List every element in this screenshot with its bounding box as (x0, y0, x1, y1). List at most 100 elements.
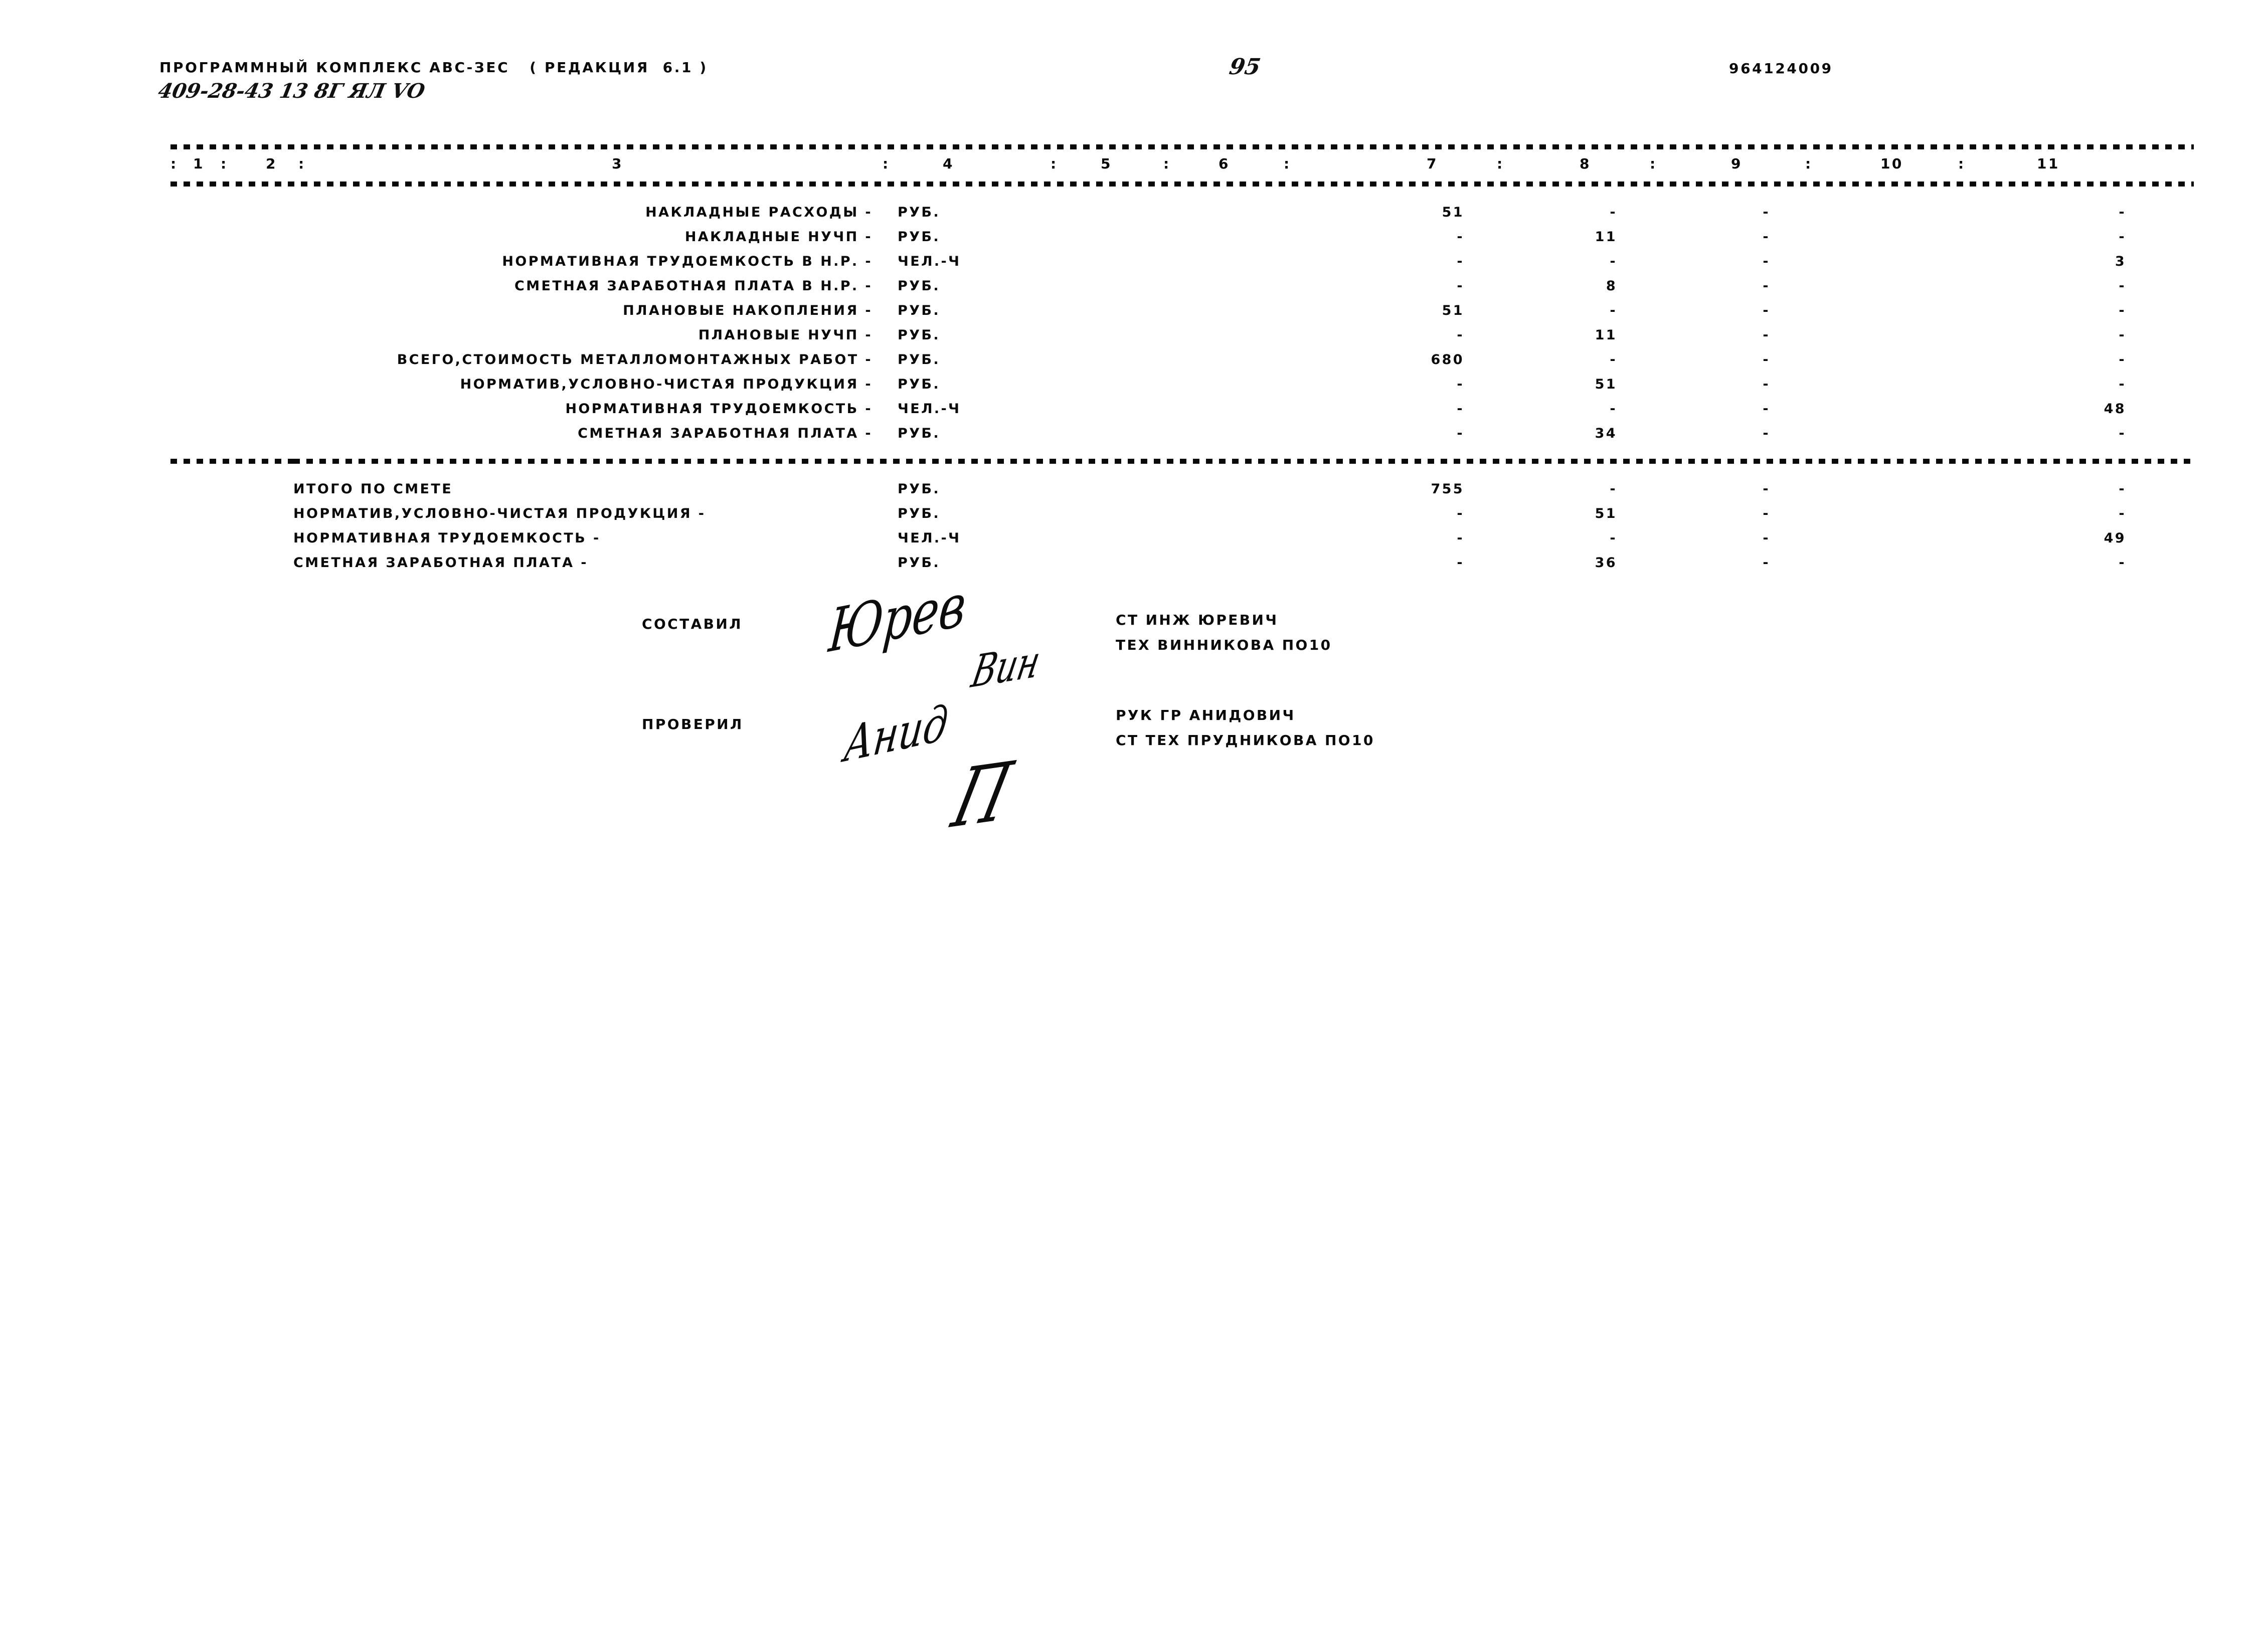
cell-col8: 11 (1595, 327, 1617, 343)
row-label: НАКЛАДНЫЕ РАСХОДЫ - (645, 205, 873, 220)
cell-col9: - (1763, 426, 1770, 441)
cell-col9: - (1763, 377, 1770, 392)
cell-col7: 51 (1442, 205, 1464, 220)
row-label: ИТОГО ПО СМЕТЕ (293, 481, 453, 497)
row-unit: РУБ. (898, 205, 941, 220)
column-number-11: 11 (2037, 155, 2060, 172)
cell-col7: - (1457, 229, 1464, 245)
column-number-2: 2 (266, 155, 277, 172)
cell-col11: - (2119, 303, 2126, 318)
cell-col8: - (1610, 254, 1617, 269)
col-sep: : (221, 155, 228, 172)
cell-col8: - (1610, 481, 1617, 497)
scanned-document-page: ПРОГРАММНЫЙ КОМПЛЕКС АВС-ЗЕС ( РЕДАКЦИЯ … (0, 0, 2262, 1652)
cell-col8: - (1610, 303, 1617, 318)
cell-col7: - (1457, 377, 1464, 392)
cell-col8: 8 (1606, 278, 1617, 294)
cell-col9: - (1763, 303, 1770, 318)
row-label: НОРМАТИВ,УСЛОВНО-ЧИСТАЯ ПРОДУКЦИЯ - (460, 377, 873, 392)
row-unit: РУБ. (898, 555, 941, 571)
cell-col7: - (1457, 254, 1464, 269)
signature-name-checked-2: СТ ТЕХ ПРУДНИКОВА ПО10 (1116, 732, 1375, 749)
cell-col9: - (1763, 481, 1770, 497)
signature-name-compiled-1: СТ ИНЖ ЮРЕВИЧ (1116, 612, 1279, 628)
cell-col11: - (2119, 555, 2126, 571)
row-label: ПЛАНОВЫЕ НАКОПЛЕНИЯ - (623, 303, 873, 318)
col-sep: : (1051, 155, 1058, 172)
row-unit: ЧЕЛ.-Ч (898, 530, 961, 546)
cell-col7: 755 (1431, 481, 1464, 497)
document-right-code: 964124009 (1729, 60, 1833, 77)
handwritten-page-number: 95 (1227, 54, 1263, 80)
document-header: ПРОГРАММНЫЙ КОМПЛЕКС АВС-ЗЕС ( РЕДАКЦИЯ … (0, 0, 2262, 140)
row-unit: РУБ. (898, 426, 941, 441)
row-label: НОРМАТИВНАЯ ТРУДОЕМКОСТЬ - (565, 401, 873, 417)
col-sep: : (1163, 155, 1171, 172)
row-unit: РУБ. (898, 352, 941, 368)
table-top-rule (170, 144, 2194, 149)
cell-col9: - (1763, 352, 1770, 368)
cell-col9: - (1763, 530, 1770, 546)
cell-col7: - (1457, 530, 1464, 546)
table-row: НОРМАТИВ,УСЛОВНО-ЧИСТАЯ ПРОДУКЦИЯ - РУБ.… (0, 506, 2262, 528)
cell-col9: - (1763, 278, 1770, 294)
cell-col11: - (2119, 426, 2126, 441)
cell-col8: 51 (1595, 506, 1617, 521)
col-sep: : (1284, 155, 1291, 172)
cell-col8: - (1610, 530, 1617, 546)
cell-col11: - (2119, 278, 2126, 294)
cell-col11: 49 (2104, 530, 2126, 546)
row-unit: РУБ. (898, 377, 941, 392)
cell-col8: 36 (1595, 555, 1617, 571)
table-row: СМЕТНАЯ ЗАРАБОТНАЯ ПЛАТА - РУБ. - 36 - - (0, 555, 2262, 577)
col-sep: : (1650, 155, 1657, 172)
column-number-1: 1 (193, 155, 205, 172)
cell-col7: 680 (1431, 352, 1464, 368)
row-label: СМЕТНАЯ ЗАРАБОТНАЯ ПЛАТА - (293, 555, 588, 571)
cell-col11: - (2119, 481, 2126, 497)
table-row: СМЕТНАЯ ЗАРАБОТНАЯ ПЛАТА - РУБ. - 34 - - (0, 426, 2262, 448)
column-number-6: 6 (1219, 155, 1230, 172)
cell-col9: - (1763, 506, 1770, 521)
table-row: ПЛАНОВЫЕ НАКОПЛЕНИЯ - РУБ. 51 - - - (0, 303, 2262, 325)
column-number-10: 10 (1880, 155, 1903, 172)
cell-col8: 51 (1595, 377, 1617, 392)
table-row: НОРМАТИВ,УСЛОВНО-ЧИСТАЯ ПРОДУКЦИЯ - РУБ.… (0, 377, 2262, 399)
signature-role-checked: ПРОВЕРИЛ (642, 716, 744, 732)
col-sep: : (298, 155, 306, 172)
row-label: НОРМАТИВ,УСЛОВНО-ЧИСТАЯ ПРОДУКЦИЯ - (293, 506, 706, 521)
row-label: СМЕТНАЯ ЗАРАБОТНАЯ ПЛАТА - (578, 426, 873, 441)
table-row: ИТОГО ПО СМЕТЕ РУБ. 755 - - - (0, 481, 2262, 503)
column-number-4: 4 (943, 155, 954, 172)
column-number-row: : 1 : 2 : 3 : 4 : 5 : 6 : 7 : 8 : 9 : 10… (0, 155, 2262, 178)
cell-col8: 34 (1595, 426, 1617, 441)
row-unit: РУБ. (898, 327, 941, 343)
table-row: НАКЛАДНЫЕ НУЧП - РУБ. - 11 - - (0, 229, 2262, 251)
cell-col9: - (1763, 401, 1770, 417)
signature-block: СОСТАВИЛ СТ ИНЖ ЮРЕВИЧ ТЕХ ВИННИКОВА ПО1… (0, 607, 2262, 887)
col-sep: : (170, 155, 178, 172)
program-title: ПРОГРАММНЫЙ КОМПЛЕКС АВС-ЗЕС ( РЕДАКЦИЯ … (159, 59, 708, 76)
column-number-7: 7 (1427, 155, 1438, 172)
cell-col7: - (1457, 426, 1464, 441)
cell-col11: - (2119, 229, 2126, 245)
row-label: ВСЕГО,СТОИМОСТЬ МЕТАЛЛОМОНТАЖНЫХ РАБОТ - (397, 352, 873, 368)
cell-col8: - (1610, 352, 1617, 368)
cell-col9: - (1763, 555, 1770, 571)
totals-divider (293, 459, 2194, 464)
handwritten-document-code: 409-28-43 13 8Г ЯЛ VO (156, 79, 427, 103)
signature-role-compiled: СОСТАВИЛ (642, 616, 743, 632)
cell-col8: - (1610, 401, 1617, 417)
row-label: ПЛАНОВЫЕ НУЧП - (698, 327, 873, 343)
col-sep: : (1497, 155, 1504, 172)
column-number-9: 9 (1731, 155, 1743, 172)
table-row: НАКЛАДНЫЕ РАСХОДЫ - РУБ. 51 - - - (0, 205, 2262, 227)
row-unit: РУБ. (898, 506, 941, 521)
row-label: СМЕТНАЯ ЗАРАБОТНАЯ ПЛАТА В Н.Р. - (514, 278, 873, 294)
table-row: СМЕТНАЯ ЗАРАБОТНАЯ ПЛАТА В Н.Р. - РУБ. -… (0, 278, 2262, 300)
totals-divider-left (170, 459, 293, 464)
cell-col11: - (2119, 352, 2126, 368)
table-row: НОРМАТИВНАЯ ТРУДОЕМКОСТЬ - ЧЕЛ.-Ч - - - … (0, 401, 2262, 423)
cell-col7: - (1457, 401, 1464, 417)
row-unit: РУБ. (898, 229, 941, 245)
